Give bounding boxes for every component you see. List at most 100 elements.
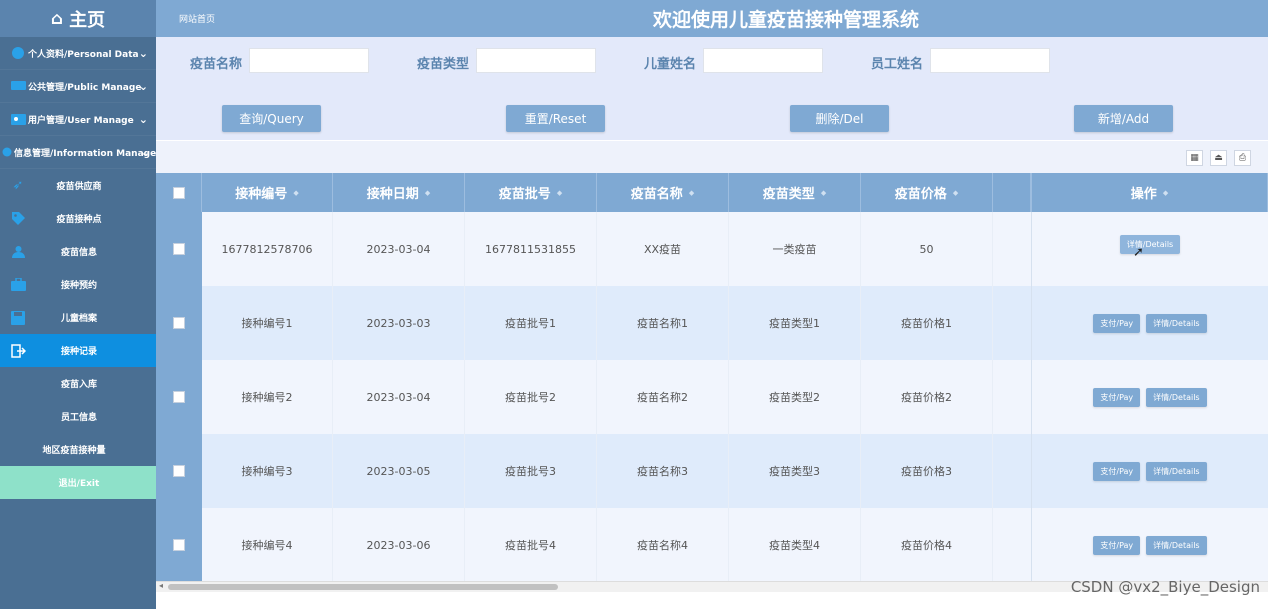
sidebar-item-vaccine-stock-in[interactable]: 疫苗入库 [0,367,156,400]
cell-id: 接种编号2 [202,360,333,434]
column-header[interactable]: 疫苗批号 ◆ [465,173,597,212]
row-actions: 详情/Details [1031,212,1268,286]
print-icon[interactable]: ⎙ [1234,150,1251,166]
details-button[interactable]: 详情/Details [1146,387,1207,407]
sidebar-item-regional-vaccination[interactable]: 地区疫苗接种量 [0,433,156,466]
staff-name-input[interactable] [930,48,1050,73]
scrollbar-thumb[interactable] [168,584,558,590]
menu-group-user[interactable]: 用户管理/User Manage ⌄ [0,103,156,136]
row-actions: 支付/Pay 详情/Details [1031,434,1268,508]
cell-vaccine-type: 疫苗类型1 [729,286,861,360]
sidebar-item-appointment[interactable]: 接种预约 [0,268,156,301]
info-icon [2,147,12,158]
vaccine-name-input[interactable] [249,48,369,73]
menu-group-label: 信息管理/Information Manage [14,148,157,159]
chevron-down-icon: ⌄ [138,80,148,93]
sidebar-item-child-records[interactable]: 儿童档案 [0,301,156,334]
chevron-down-icon: ⌄ [140,146,150,159]
cell-date: 2023-03-03 [333,286,465,360]
pay-button[interactable]: 支付/Pay [1093,461,1141,481]
exit-button[interactable]: 退出/Exit [0,466,156,499]
menu-group-public[interactable]: 公共管理/Public Manage ⌄ [0,70,156,103]
table-row[interactable]: 接种编号1 2023-03-03 疫苗批号1 疫苗名称1 疫苗类型1 疫苗价格1… [156,286,1268,360]
table-row[interactable]: 接种编号2 2023-03-04 疫苗批号2 疫苗名称2 疫苗类型2 疫苗价格2… [156,360,1268,434]
table-toolbar: ▦ ⏏ ⎙ [156,140,1268,173]
cell-date: 2023-03-05 [333,434,465,508]
reset-button[interactable]: 重置/Reset [506,105,605,132]
column-header[interactable]: 接种日期 ◆ [333,173,465,212]
columns-icon[interactable]: ▦ [1186,150,1203,166]
details-button[interactable]: 详情/Details [1146,313,1207,333]
menu-group-label: 个人资料/Personal Data [28,49,139,60]
users-icon [10,244,26,260]
child-name-label: 儿童姓名 [644,57,697,72]
sidebar-item-vaccination-site[interactable]: 疫苗接种点 [0,202,156,235]
row-checkbox[interactable] [173,391,185,403]
column-header-clipped[interactable] [993,173,1031,212]
sidebar-item-staff-info[interactable]: 员工信息 [0,400,156,433]
home-icon: ⌂ [50,8,64,29]
cell-vaccine-name: XX疫苗 [597,212,729,286]
cell-vaccine-type: 疫苗类型4 [729,508,861,581]
cell-date: 2023-03-04 [333,360,465,434]
cell-vaccine-name: 疫苗名称4 [597,508,729,581]
column-header-actions[interactable]: 操作 ◆ [1031,173,1268,212]
watermark: CSDN @vx2_Biye_Design [1070,578,1260,596]
select-all-checkbox[interactable] [172,186,185,199]
tag-icon [10,211,26,227]
chevron-down-icon: ⌄ [138,47,148,60]
globe-icon [10,47,26,59]
pay-button[interactable]: 支付/Pay [1093,313,1141,333]
cell-date: 2023-03-06 [333,508,465,581]
row-checkbox[interactable] [173,243,185,255]
add-button[interactable]: 新增/Add [1074,105,1173,132]
cell-date: 2023-03-04 [333,212,465,286]
query-button[interactable]: 查询/Query [222,105,321,132]
row-checkbox-cell [156,286,202,360]
row-checkbox[interactable] [173,465,185,477]
menu-group-information[interactable]: 信息管理/Information Manage ⌄ [0,136,156,169]
sort-icon: ◆ [688,188,695,197]
column-header[interactable]: 疫苗名称 ◆ [597,173,729,212]
details-button[interactable]: 详情/Details [1146,461,1207,481]
table-header: 接种编号 ◆ 接种日期 ◆ 疫苗批号 ◆ 疫苗名称 ◆ 疫苗类型 ◆ 疫苗价格 ◆ 操作 ◆ [156,173,1268,212]
table-row[interactable]: 1677812578706 2023-03-04 1677811531855 X… [156,212,1268,286]
table-row[interactable]: 接种编号3 2023-03-05 疫苗批号3 疫苗名称3 疫苗类型3 疫苗价格3… [156,434,1268,508]
cell-price: 疫苗价格4 [861,508,993,581]
cell-batch: 1677811531855 [465,212,597,286]
menu-group-personal[interactable]: 个人资料/Personal Data ⌄ [0,37,156,70]
row-actions: 支付/Pay 详情/Details [1031,508,1268,581]
details-button[interactable]: 详情/Details [1119,235,1181,254]
column-header[interactable]: 疫苗价格 ◆ [861,173,993,212]
sidebar-item-vaccine-info[interactable]: 疫苗信息 [0,235,156,268]
export-icon[interactable]: ⏏ [1210,150,1227,166]
cell-price: 疫苗价格2 [861,360,993,434]
details-button[interactable]: 详情/Details [1146,535,1207,555]
cell-vaccine-type: 疫苗类型3 [729,434,861,508]
table-row[interactable]: 接种编号4 2023-03-06 疫苗批号4 疫苗名称4 疫苗类型4 疫苗价格4… [156,508,1268,581]
save-icon [10,310,26,326]
home-label: 主页 [69,9,106,31]
sidebar-item-vaccine-supplier[interactable]: ➶ 疫苗供应商 [0,169,156,202]
sidebar-item-vaccination-records[interactable]: 接种记录 [0,334,156,367]
pay-button[interactable]: 支付/Pay [1093,535,1141,555]
column-header[interactable]: 疫苗类型 ◆ [729,173,861,212]
vaccine-type-input[interactable] [476,48,596,73]
cell-vaccine-type: 一类疫苗 [729,212,861,286]
row-checkbox[interactable] [173,539,185,551]
child-name-input[interactable] [703,48,823,73]
rocket-icon: ➶ [12,178,24,193]
scroll-left-arrow-icon[interactable]: ◂ [159,581,163,590]
column-header[interactable]: 接种编号 ◆ [202,173,333,212]
row-checkbox[interactable] [173,317,185,329]
row-checkbox-cell [156,434,202,508]
vaccine-name-label: 疫苗名称 [190,57,243,72]
search-panel: 疫苗名称 疫苗类型 儿童姓名 员工姓名 查询/Query 重置/Reset 删除… [156,37,1268,140]
pay-button[interactable]: 支付/Pay [1093,387,1141,407]
mouse-cursor-icon: ➚ [1133,245,1144,260]
exit-icon [10,343,26,359]
delete-button[interactable]: 删除/Del [790,105,889,132]
home-link[interactable]: ⌂ 主页 [0,0,156,37]
sort-icon: ◆ [820,188,827,197]
header-checkbox-cell [156,173,202,212]
